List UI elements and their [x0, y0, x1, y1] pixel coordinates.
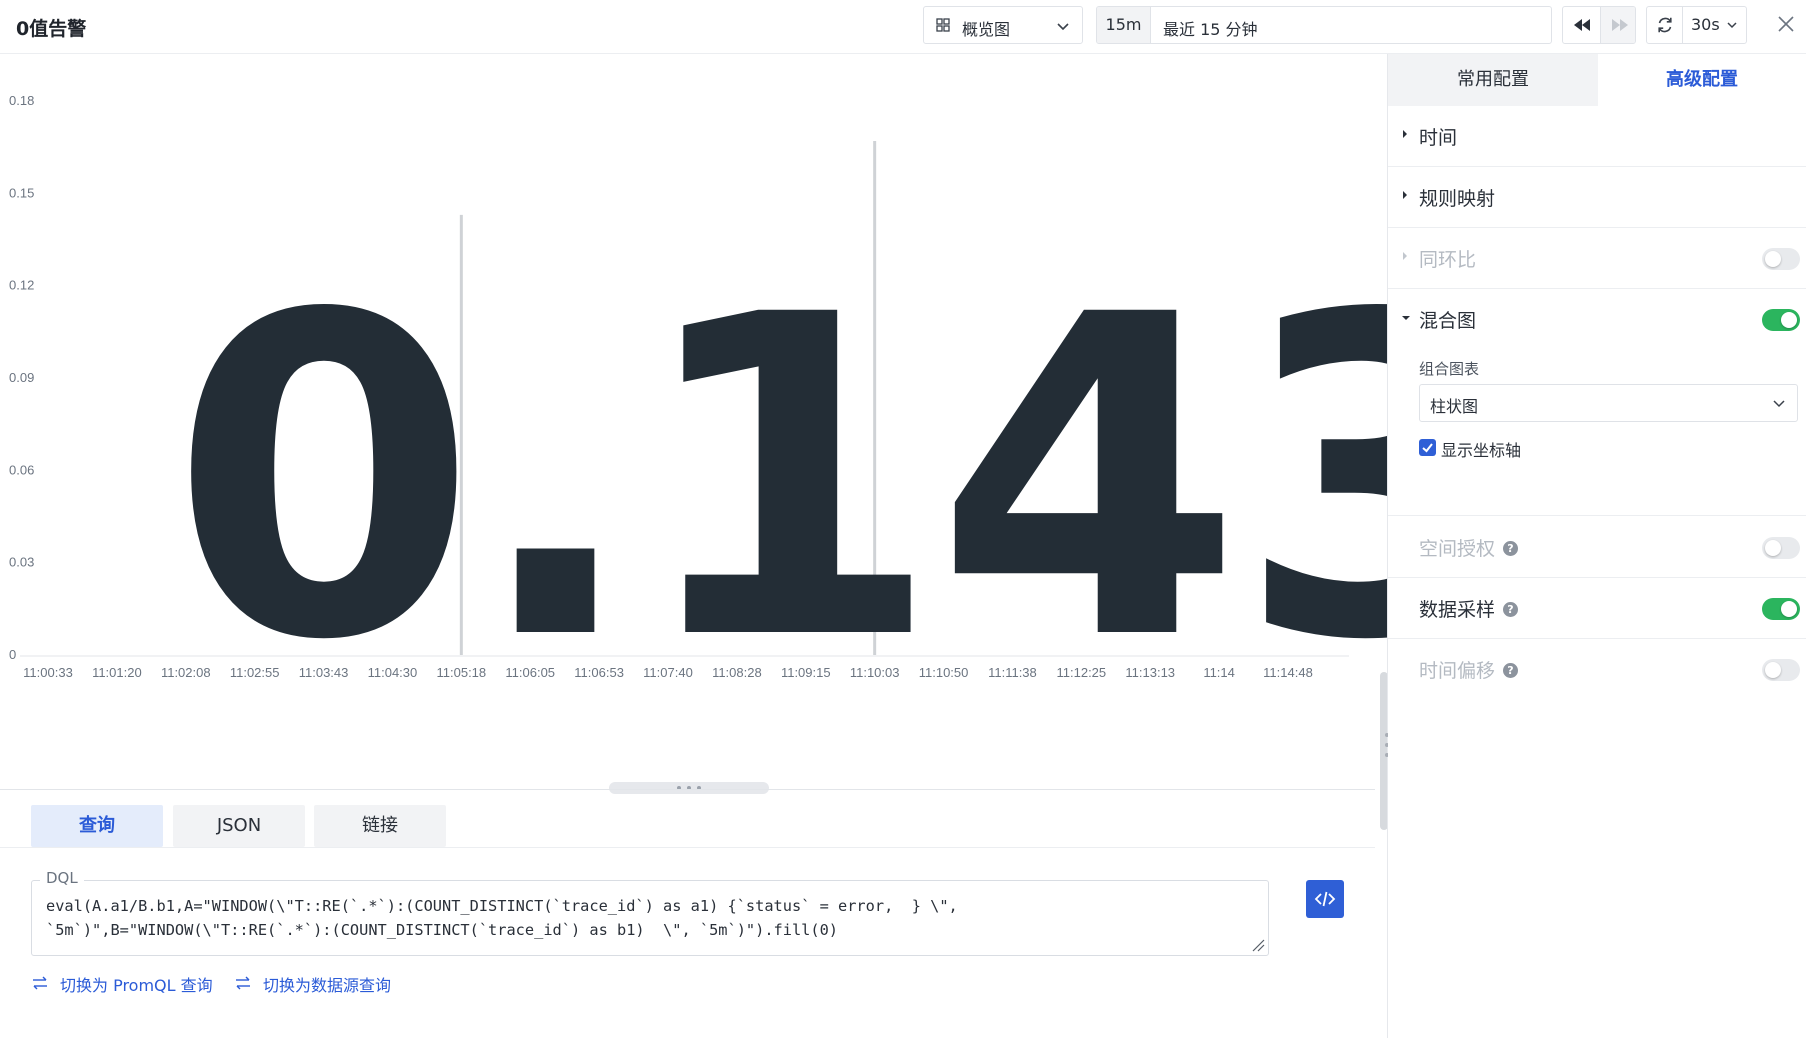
- resize-grip-icon[interactable]: [1251, 938, 1265, 952]
- grid-view-icon: [936, 18, 950, 32]
- section-time-title: 时间: [1419, 127, 1458, 149]
- time-range-label: 最近 15 分钟: [1163, 20, 1258, 39]
- fast-forward-icon: [1612, 19, 1628, 31]
- divider: [0, 789, 1375, 790]
- section-mixed-chart[interactable]: 混合图: [1388, 289, 1806, 350]
- section-rule-mapping[interactable]: 规则映射: [1388, 167, 1806, 228]
- dql-label: DQL: [40, 869, 84, 887]
- section-time-offset: 时间偏移 ?: [1388, 639, 1806, 700]
- rewind-button[interactable]: [1563, 7, 1600, 43]
- caret-right-icon: [1403, 252, 1407, 260]
- y-tick-label: 0.06: [9, 462, 34, 477]
- y-tick-label: 0.18: [9, 93, 34, 108]
- help-icon[interactable]: ?: [1503, 663, 1518, 678]
- tab-json[interactable]: JSON: [173, 805, 305, 847]
- close-icon[interactable]: [1774, 12, 1798, 36]
- chevron-down-icon: [1727, 22, 1737, 29]
- chart-area: 0.18 0.15 0.12 0.09 0.06 0.03 0 11:00:33 11:01:2…: [0, 55, 1544, 791]
- time-range-picker[interactable]: 15m 最近 15 分钟: [1096, 6, 1552, 44]
- y-tick-label: 0.12: [9, 278, 34, 293]
- section-yoy-title: 同环比: [1419, 249, 1477, 271]
- help-icon[interactable]: ?: [1503, 602, 1518, 617]
- chevron-down-icon: [1057, 23, 1069, 31]
- caret-right-icon: [1403, 130, 1407, 138]
- space-auth-toggle[interactable]: [1762, 537, 1800, 559]
- tab-advanced-config[interactable]: 高级配置: [1598, 54, 1806, 106]
- y-tick-label: 0.15: [9, 185, 34, 200]
- tab-query[interactable]: 查询: [31, 805, 163, 847]
- rewind-icon: [1574, 19, 1590, 31]
- time-nav-group: [1562, 6, 1636, 44]
- switch-promql-label: 切换为 PromQL 查询: [60, 976, 213, 995]
- section-mixed-chart-title: 混合图: [1419, 310, 1477, 332]
- section-yoy: 同环比: [1388, 228, 1806, 289]
- time-range-tag: 15m: [1097, 7, 1151, 43]
- refresh-button[interactable]: [1647, 7, 1683, 43]
- section-space-auth-title: 空间授权: [1419, 538, 1496, 560]
- top-bar: 0值告警 概览图 15m 最近 15 分钟 30s: [0, 0, 1806, 54]
- settings-panel: 常用配置 高级配置 时间 规则映射 同环比 混合图 组合图表 柱状图 显示坐标轴…: [1388, 54, 1806, 1038]
- y-tick-label: 0: [9, 647, 16, 662]
- section-data-sampling-title: 数据采样: [1419, 599, 1496, 621]
- help-icon[interactable]: ?: [1503, 541, 1518, 556]
- section-time-offset-title: 时间偏移: [1419, 660, 1496, 682]
- dql-query-text[interactable]: eval(A.a1/B.b1,A="WINDOW(\"T::RE(`.*`):(…: [46, 894, 1246, 942]
- refresh-icon: [1658, 17, 1672, 33]
- switch-arrows-icon: [236, 976, 250, 990]
- switch-datasource-label: 切换为数据源查询: [263, 976, 392, 995]
- chevron-down-icon: [1773, 400, 1785, 408]
- code-mode-button[interactable]: [1306, 880, 1344, 918]
- mixed-chart-options: 组合图表 柱状图 显示坐标轴: [1388, 350, 1806, 516]
- caret-right-icon: [1403, 191, 1407, 199]
- combo-chart-label: 组合图表: [1419, 360, 1480, 378]
- switch-arrows-icon: [33, 976, 47, 990]
- combo-chart-select[interactable]: 柱状图: [1419, 384, 1798, 422]
- refresh-control: 30s: [1646, 6, 1747, 44]
- yoy-toggle[interactable]: [1762, 248, 1800, 270]
- caret-down-icon: [1402, 316, 1410, 320]
- y-tick-label: 0.09: [9, 370, 34, 385]
- chart-resize-handle[interactable]: [609, 782, 769, 794]
- show-axis-label: 显示坐标轴: [1441, 441, 1522, 460]
- time-offset-toggle[interactable]: [1762, 659, 1800, 681]
- tab-common-config[interactable]: 常用配置: [1388, 54, 1598, 106]
- combo-chart-value: 柱状图: [1430, 397, 1479, 416]
- checkbox-box: [1419, 439, 1436, 456]
- check-icon: [1422, 443, 1433, 453]
- view-select[interactable]: 概览图: [923, 6, 1083, 44]
- mixed-chart-toggle[interactable]: [1762, 309, 1800, 331]
- show-axis-checkbox[interactable]: 显示坐标轴: [1419, 437, 1539, 460]
- section-space-auth: 空间授权 ?: [1388, 517, 1806, 578]
- switch-datasource-link[interactable]: 切换为数据源查询: [234, 972, 404, 995]
- section-time[interactable]: 时间: [1388, 106, 1806, 167]
- x-tick-label: 11:00:33: [23, 665, 73, 680]
- dql-editor[interactable]: eval(A.a1/B.b1,A="WINDOW(\"T::RE(`.*`):(…: [31, 880, 1269, 956]
- section-rule-mapping-title: 规则映射: [1419, 188, 1496, 210]
- page-title: 0值告警: [16, 18, 87, 40]
- x-tick-label: 11:01:20: [92, 665, 142, 680]
- fast-forward-button[interactable]: [1600, 7, 1635, 43]
- refresh-interval-select[interactable]: 30s: [1691, 15, 1720, 34]
- divider: [0, 847, 1375, 848]
- view-select-label: 概览图: [962, 20, 1011, 39]
- switch-promql-link[interactable]: 切换为 PromQL 查询: [31, 972, 221, 995]
- y-tick-label: 0.03: [9, 555, 34, 570]
- code-icon: [1314, 891, 1336, 907]
- tab-link[interactable]: 链接: [314, 805, 446, 847]
- section-data-sampling: 数据采样 ?: [1388, 578, 1806, 639]
- big-number-value: 0.143: [170, 223, 1544, 737]
- data-sampling-toggle[interactable]: [1762, 598, 1800, 620]
